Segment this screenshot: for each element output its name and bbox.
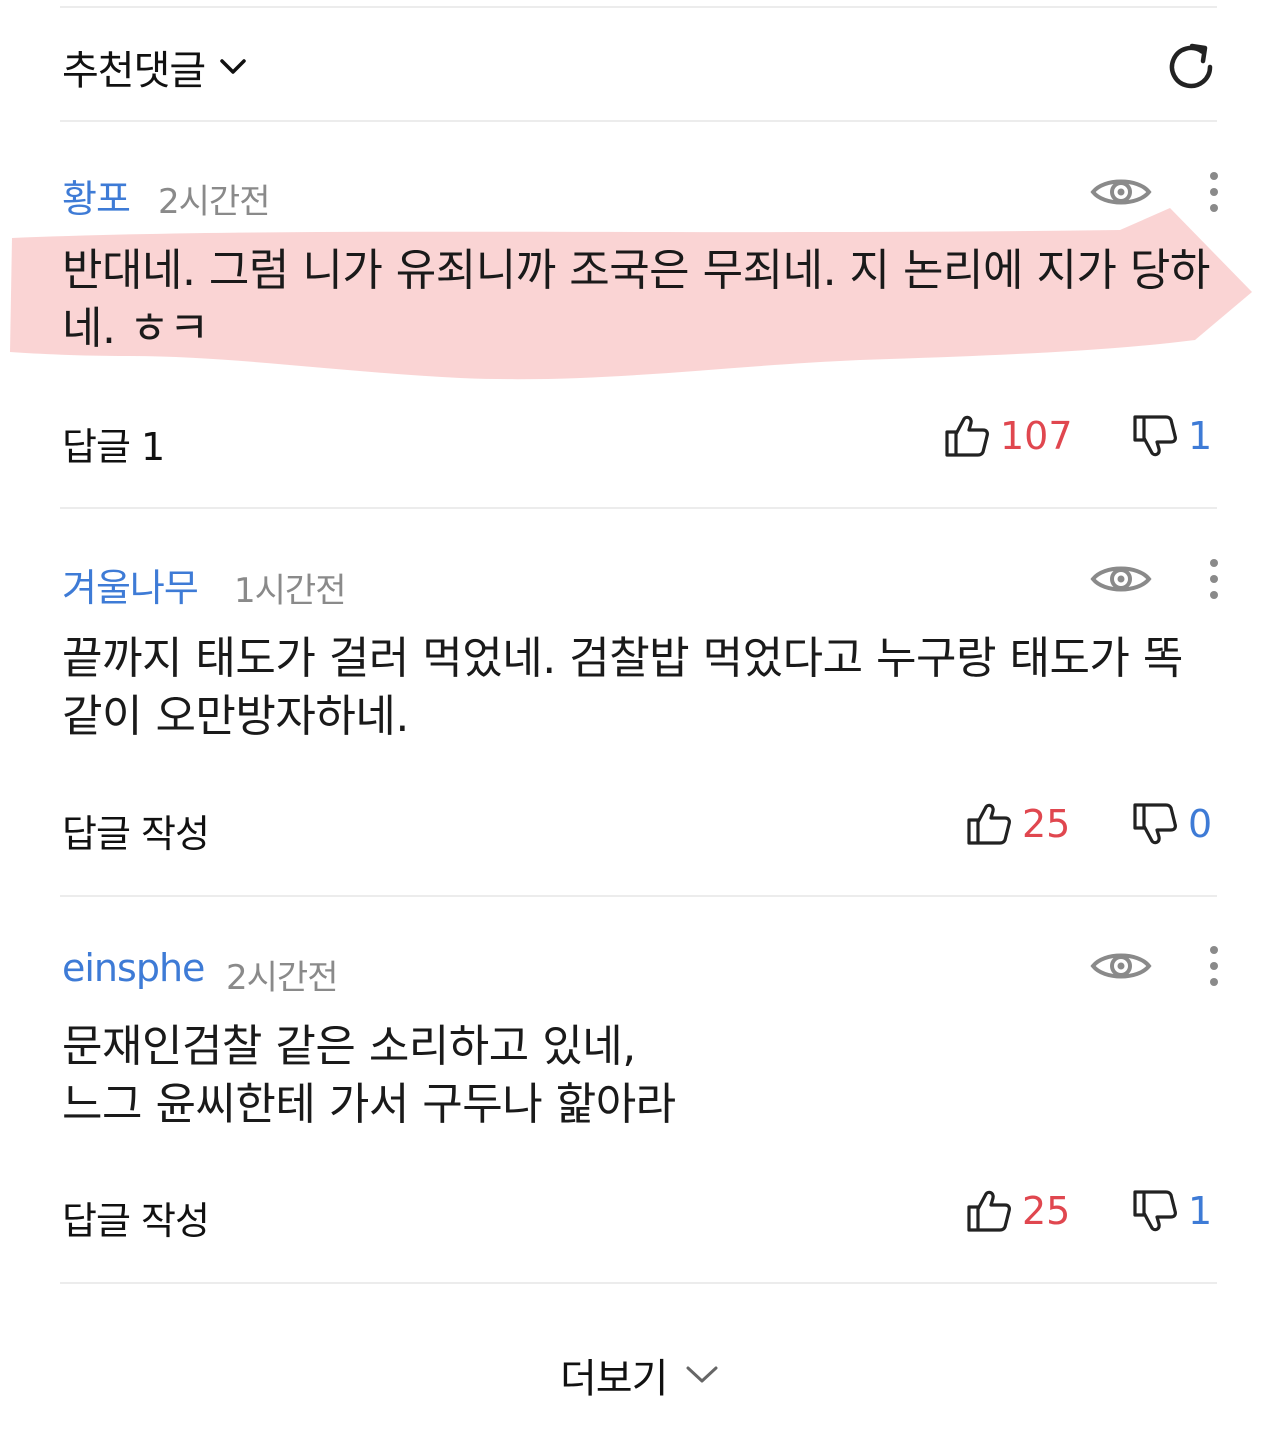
like-count: 107 [1000, 414, 1073, 458]
comment-divider [60, 895, 1217, 897]
more-vertical-icon[interactable] [1202, 170, 1226, 214]
dislike-count: 1 [1188, 1189, 1213, 1233]
thumbs-up-icon [967, 1190, 1011, 1232]
reply-button[interactable]: 답글 1 [62, 416, 165, 471]
chevron-down-icon [686, 1366, 718, 1383]
comment-time: 2시간전 [158, 182, 270, 222]
comment-divider [60, 1282, 1217, 1284]
like-count: 25 [1022, 802, 1071, 846]
header-divider [60, 120, 1217, 122]
top-divider [60, 6, 1217, 8]
comment-time: 1시간전 [234, 571, 346, 611]
dislike-count: 1 [1188, 414, 1213, 458]
comment-time: 2시간전 [226, 958, 338, 998]
thumbs-down-icon [1133, 1190, 1177, 1232]
comment-author[interactable]: 겨울나무 [62, 557, 199, 612]
chevron-down-icon [220, 59, 246, 74]
thumbs-down-icon [1133, 803, 1177, 845]
comment-divider [60, 507, 1217, 509]
reply-button[interactable]: 답글 작성 [62, 803, 210, 858]
comment-text: 문재인검찰 같은 소리하고 있네, 느그 윤씨한테 가서 구두나 핥아라 [62, 1021, 676, 1130]
eye-icon[interactable] [1090, 174, 1152, 210]
comment-author[interactable]: 황포 [62, 168, 131, 223]
eye-icon[interactable] [1090, 948, 1152, 984]
like-count: 25 [1022, 1189, 1071, 1233]
dislike-count: 0 [1188, 802, 1213, 846]
more-vertical-icon[interactable] [1202, 557, 1226, 601]
dislike-button[interactable]: 1 [1132, 1189, 1212, 1233]
dislike-button[interactable]: 1 [1132, 414, 1212, 458]
eye-icon[interactable] [1090, 561, 1152, 597]
sort-label: 추천댓글 [62, 48, 206, 94]
dislike-button[interactable]: 0 [1132, 802, 1212, 846]
more-vertical-icon[interactable] [1202, 944, 1226, 988]
refresh-icon[interactable] [1162, 38, 1220, 96]
reply-button[interactable]: 답글 작성 [62, 1190, 210, 1245]
thumbs-down-icon [1133, 415, 1177, 457]
like-button[interactable]: 107 [944, 414, 1073, 458]
load-more-label: 더보기 [560, 1356, 668, 1402]
comment-author[interactable]: einsphe [62, 946, 205, 990]
like-button[interactable]: 25 [966, 1189, 1070, 1233]
comment-text: 반대네. 그럼 니가 유죄니까 조국은 무죄네. 지 논리에 지가 당하네. ㅎ… [62, 245, 1210, 354]
thumbs-up-icon [945, 415, 989, 457]
comment-text: 끝까지 태도가 걸러 먹었네. 검찰밥 먹었다고 누구랑 태도가 똑같이 오만방… [62, 633, 1183, 742]
thumbs-up-icon [967, 803, 1011, 845]
like-button[interactable]: 25 [966, 802, 1070, 846]
sort-dropdown[interactable]: 추천댓글 [62, 38, 247, 96]
load-more-button[interactable]: 더보기 [560, 1346, 719, 1404]
